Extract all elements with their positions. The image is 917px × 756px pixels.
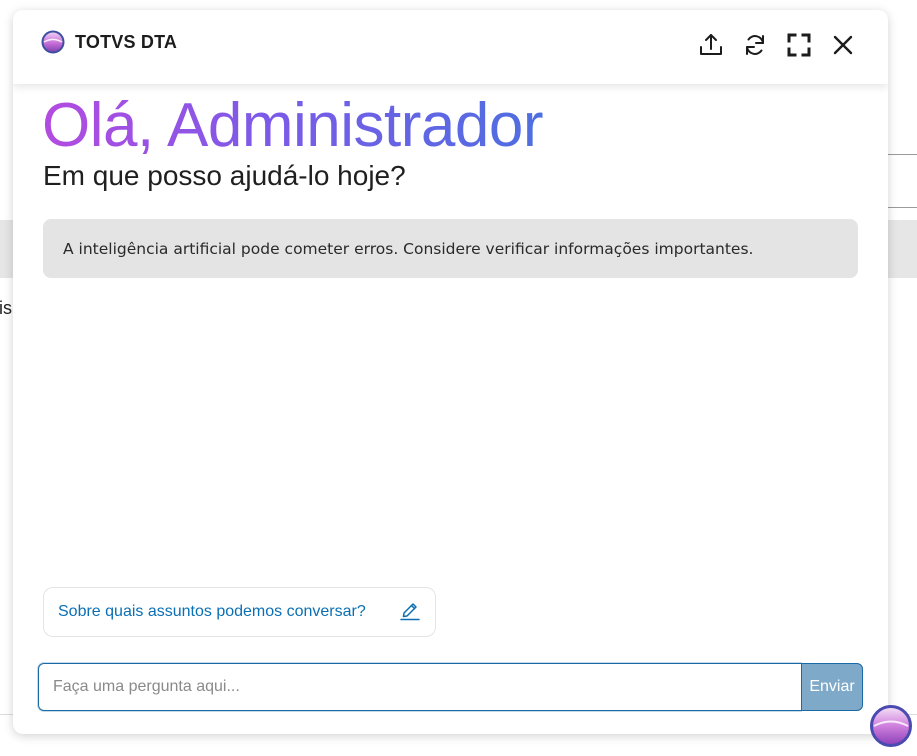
fullscreen-icon: [786, 32, 812, 58]
assistant-orb-icon: [869, 705, 913, 752]
brand-logo-icon: [41, 30, 65, 54]
ai-disclaimer-text: A inteligência artificial pode cometer e…: [63, 239, 754, 258]
pencil-icon: [399, 599, 421, 626]
export-button[interactable]: [696, 30, 726, 60]
close-icon: [832, 34, 854, 56]
brand-name: TOTVS DTA: [75, 31, 178, 52]
header-actions: [696, 30, 858, 60]
ai-disclaimer-banner: A inteligência artificial pode cometer e…: [43, 219, 858, 278]
suggestion-label: Sobre quais assuntos podemos conversar?: [58, 603, 366, 620]
greeting-subtitle: Em que posso ajudá-lo hoje?: [43, 160, 406, 191]
send-button[interactable]: Enviar: [801, 663, 863, 711]
fullscreen-button[interactable]: [784, 30, 814, 60]
background-text-fragment: is: [0, 298, 12, 318]
greeting-title: Olá, Administrador: [42, 91, 544, 160]
question-input[interactable]: [38, 663, 801, 711]
panel-header: TOTVS DTA: [13, 10, 888, 84]
brand: TOTVS DTA: [41, 30, 177, 54]
upload-icon: [698, 32, 724, 58]
assistant-launcher-button[interactable]: [869, 704, 913, 748]
assistant-chat-panel: TOTVS DTA Olá, Administrador Em que poss…: [13, 10, 888, 734]
suggestion-chip[interactable]: Sobre quais assuntos podemos conversar?: [43, 587, 436, 637]
composer: Enviar: [38, 663, 863, 711]
close-button[interactable]: [828, 30, 858, 60]
refresh-button[interactable]: [740, 30, 770, 60]
refresh-icon: [742, 32, 768, 58]
